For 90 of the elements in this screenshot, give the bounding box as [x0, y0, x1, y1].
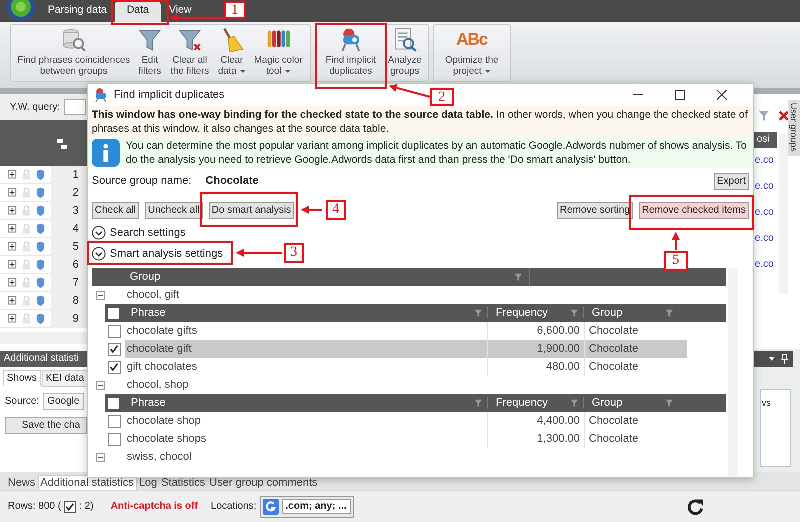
- column-label: vs: [762, 398, 771, 408]
- frequency-cell: 1,300.00: [488, 430, 585, 448]
- step-number: 2: [430, 88, 454, 106]
- table-row[interactable]: chocolate gift 1,900.00 Chocolate: [125, 340, 687, 358]
- rows-count: Rows: 800 (: [8, 501, 62, 512]
- panel-title: Additional statisti: [0, 351, 87, 367]
- side-tab[interactable]: User groups: [788, 100, 800, 156]
- binding-notice: This window has one-way binding for the checked state to the source data table. In other words, when you change the checked state of phrases at this window, it also changes at the source data table.: [88, 106, 753, 138]
- phrase-cell: gift chocolates: [125, 358, 488, 376]
- group-cell-text: Chocolate: [588, 325, 639, 337]
- frequency-cell: 1,900.00: [488, 340, 585, 358]
- column-header[interactable]: Group: [583, 397, 665, 409]
- source-group-name: Chocolate: [206, 175, 260, 187]
- action-button[interactable]: Remove checked items: [639, 202, 749, 218]
- locations-selector[interactable]: .com; any; ...: [260, 496, 354, 518]
- source-dropdown[interactable]: Google: [43, 393, 84, 410]
- row-number: 5: [50, 238, 87, 256]
- row-number: 9: [50, 310, 87, 328]
- row-number: 4: [50, 220, 87, 238]
- info-text: You can determine the most popular variant among implicit duplicates by an automatic Google.Adwords nubmer of shows analysis. To do the analysis you need to retrieve Google.Adwords data first and than press the 'Do smart analysis' button.: [126, 139, 748, 167]
- locations-label: Locations:: [211, 501, 257, 512]
- url-link[interactable]: e.co: [753, 226, 775, 252]
- bottom-tab[interactable]: Additional statistics: [38, 475, 138, 490]
- step-number: 5: [664, 251, 688, 271]
- group-cell-text: Chocolate: [588, 415, 639, 427]
- ribbon-button[interactable]: Analyze groups: [385, 27, 425, 79]
- bottom-tab[interactable]: News: [6, 476, 38, 490]
- column-header[interactable]: Phrase: [123, 307, 474, 319]
- group-name: swiss, chocol: [127, 451, 192, 463]
- phrase-cell: chocolate shop: [125, 412, 488, 430]
- bottom-tab[interactable]: Log: [137, 476, 160, 490]
- window-title: Find implicit duplicates: [114, 89, 225, 101]
- url-link[interactable]: e.co: [753, 200, 775, 226]
- url-link[interactable]: e.co: [753, 252, 775, 278]
- url-link[interactable]: e.co: [753, 174, 775, 200]
- group-name: chocol, gift: [127, 289, 180, 301]
- ribbon-button[interactable]: Magic color tool: [250, 27, 307, 79]
- ribbon-tab[interactable]: Data: [114, 2, 162, 22]
- step-number: 3: [284, 243, 304, 263]
- ribbon-button[interactable]: Find implicit duplicates: [319, 27, 383, 79]
- url-link[interactable]: e.co: [753, 148, 775, 174]
- ribbon-button[interactable]: Edit filters: [136, 27, 164, 79]
- ribbon-button[interactable]: Find phrases coincidences between groups: [14, 27, 134, 79]
- panel-tab[interactable]: KEI data: [42, 370, 88, 387]
- source-group-label: Source group name:: [92, 175, 192, 187]
- abc-icon: ABc: [456, 27, 488, 53]
- ribbon-button[interactable]: Clear all the filters: [166, 27, 214, 79]
- phrase-cell: chocolate shops: [125, 430, 488, 448]
- column-header[interactable]: Frequency: [487, 307, 570, 319]
- row-number: 6: [50, 256, 87, 274]
- save-button[interactable]: Save the cha: [5, 417, 87, 434]
- row-number: 2: [50, 184, 87, 202]
- panel-tab[interactable]: Shows: [3, 370, 42, 387]
- action-button[interactable]: Do smart analysis: [208, 202, 294, 218]
- ribbon-button[interactable]: Clear data: [216, 27, 248, 79]
- row-number: 7: [50, 274, 87, 292]
- step-number: 4: [326, 200, 346, 220]
- group-cell-text: Chocolate: [588, 343, 639, 355]
- phrase-cell: chocolate gift: [125, 340, 488, 358]
- row-number: 3: [50, 202, 87, 220]
- ribbon-button[interactable]: ABc Optimize the project: [437, 27, 507, 79]
- group-cell-text: Chocolate: [588, 361, 639, 373]
- checked-count: : 2): [79, 501, 94, 512]
- action-button[interactable]: Check all: [92, 202, 140, 218]
- frequency-cell: 480.00: [488, 358, 585, 376]
- bottom-tab[interactable]: Statistics: [159, 476, 208, 490]
- row-number: 1: [50, 166, 87, 184]
- group-cell-text: Chocolate: [588, 433, 639, 445]
- frequency-cell: 4,400.00: [488, 412, 585, 430]
- action-button[interactable]: Uncheck all: [145, 202, 203, 218]
- table-row[interactable]: gift chocolates 480.00 Chocolate: [125, 358, 687, 376]
- group-name: chocol, shop: [127, 379, 189, 391]
- column-header[interactable]: Phrase: [123, 397, 474, 409]
- table-row[interactable]: chocolate shop 4,400.00 Chocolate: [125, 412, 687, 430]
- action-button[interactable]: Remove sorting: [557, 202, 634, 218]
- query-label: Y.W. query:: [10, 102, 60, 112]
- settings-expander[interactable]: Search settings: [88, 222, 190, 243]
- step-number: 1: [224, 1, 246, 19]
- column-header[interactable]: Frequency: [487, 397, 570, 409]
- settings-expander[interactable]: Smart analysis settings: [88, 243, 228, 264]
- captcha-status: Anti-captcha is off: [110, 501, 198, 512]
- source-label: Source:: [5, 396, 40, 407]
- ribbon-tab[interactable]: View: [163, 2, 198, 22]
- column-header[interactable]: Group: [583, 307, 665, 319]
- ribbon-tab[interactable]: Parsing data: [42, 2, 113, 22]
- export-button[interactable]: Export: [714, 172, 749, 190]
- row-number: 8: [50, 292, 87, 310]
- column-header[interactable]: osi: [753, 132, 777, 148]
- bottom-tab[interactable]: User group comments: [207, 476, 320, 490]
- table-row[interactable]: chocolate shops 1,300.00 Chocolate: [125, 430, 687, 448]
